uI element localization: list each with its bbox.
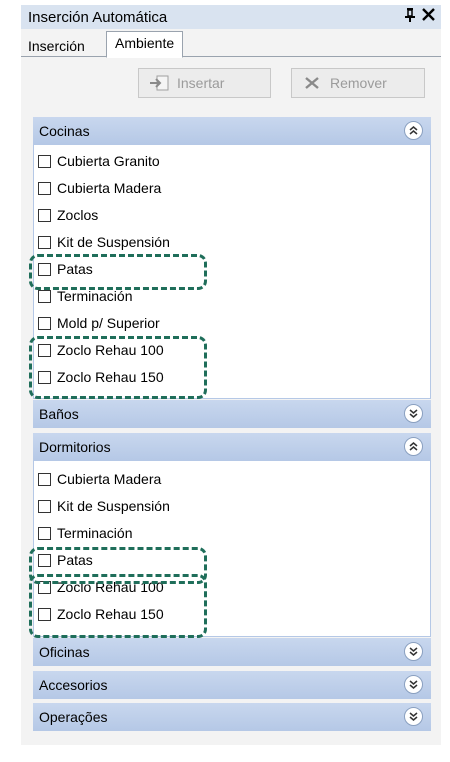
list-item[interactable]: Cubierta Madera — [38, 468, 161, 490]
checkbox[interactable] — [38, 553, 51, 567]
checkbox[interactable] — [38, 235, 51, 249]
checkbox[interactable] — [38, 526, 51, 540]
group-label-banos: Baños — [39, 406, 79, 422]
tab-insercion[interactable]: Inserción — [23, 34, 90, 57]
expand-chevron-down-icon[interactable] — [404, 675, 423, 694]
tab-bar: Inserción Ambiente — [21, 29, 441, 58]
close-icon[interactable] — [422, 6, 435, 26]
list-item[interactable]: Zoclo Rehau 150 — [38, 366, 164, 388]
checkbox[interactable] — [38, 343, 51, 357]
list-item[interactable]: Terminación — [38, 522, 132, 544]
insert-button-label: Insertar — [177, 75, 225, 91]
checkbox[interactable] — [38, 289, 51, 303]
checkbox[interactable] — [38, 208, 51, 222]
list-item[interactable]: Patas — [38, 258, 93, 280]
group-body-cocinas: Cubierta Granito Cubierta Madera Zoclos … — [33, 145, 431, 399]
group-label-operacoes: Operações — [39, 709, 108, 725]
group-label-accesorios: Accesorios — [39, 677, 108, 693]
list-item[interactable]: Zoclos — [38, 204, 98, 226]
group-header-banos[interactable]: Baños — [33, 400, 431, 428]
expand-chevron-down-icon[interactable] — [404, 707, 423, 726]
list-item[interactable]: Cubierta Madera — [38, 177, 161, 199]
list-item[interactable]: Zoclo Rehau 100 — [38, 339, 164, 361]
checkbox[interactable] — [38, 499, 51, 513]
checkbox[interactable] — [38, 370, 51, 384]
list-item[interactable]: Cubierta Granito — [38, 150, 160, 172]
checkbox[interactable] — [38, 262, 51, 276]
collapse-chevron-up-icon[interactable] — [404, 121, 423, 140]
group-header-cocinas[interactable]: Cocinas — [33, 117, 431, 145]
list-item[interactable]: Mold p/ Superior — [38, 312, 160, 334]
collapse-chevron-up-icon[interactable] — [404, 437, 423, 456]
checkbox[interactable] — [38, 607, 51, 621]
remove-button-label: Remover — [330, 75, 387, 91]
list-item[interactable]: Patas — [38, 549, 93, 571]
panel-title-bar: Inserción Automática — [21, 5, 441, 29]
checkbox[interactable] — [38, 181, 51, 195]
group-header-oficinas[interactable]: Oficinas — [33, 638, 431, 666]
panel-title: Inserción Automática — [28, 8, 168, 26]
tab-ambiente[interactable]: Ambiente — [106, 31, 184, 58]
group-header-accesorios[interactable]: Accesorios — [33, 671, 431, 699]
list-item[interactable]: Zoclo Rehau 150 — [38, 603, 164, 625]
remove-icon — [302, 75, 322, 91]
group-label-oficinas: Oficinas — [39, 644, 90, 660]
checkbox[interactable] — [38, 316, 51, 330]
pin-icon[interactable] — [405, 8, 415, 25]
group-label-cocinas: Cocinas — [39, 123, 90, 139]
list-item[interactable]: Kit de Suspensión — [38, 495, 170, 517]
checkbox[interactable] — [38, 472, 51, 486]
insert-icon — [149, 75, 169, 91]
group-header-operacoes[interactable]: Operações — [33, 703, 431, 731]
group-body-dormitorios: Cubierta Madera Kit de Suspensión Termin… — [33, 461, 431, 637]
list-item[interactable]: Terminación — [38, 285, 132, 307]
toolbar: Insertar Remover — [21, 58, 441, 108]
group-label-dormitorios: Dormitorios — [39, 439, 111, 455]
checkbox[interactable] — [38, 154, 51, 168]
list-item[interactable]: Zoclo Rehau 100 — [38, 576, 164, 598]
group-header-dormitorios[interactable]: Dormitorios — [33, 433, 431, 461]
auto-insertion-panel: Inserción Automática Inserción Ambiente … — [21, 5, 441, 745]
remove-button[interactable]: Remover — [291, 68, 425, 98]
checkbox[interactable] — [38, 580, 51, 594]
expand-chevron-down-icon[interactable] — [404, 404, 423, 423]
list-item[interactable]: Kit de Suspensión — [38, 231, 170, 253]
insert-button[interactable]: Insertar — [138, 68, 271, 98]
expand-chevron-down-icon[interactable] — [404, 642, 423, 661]
